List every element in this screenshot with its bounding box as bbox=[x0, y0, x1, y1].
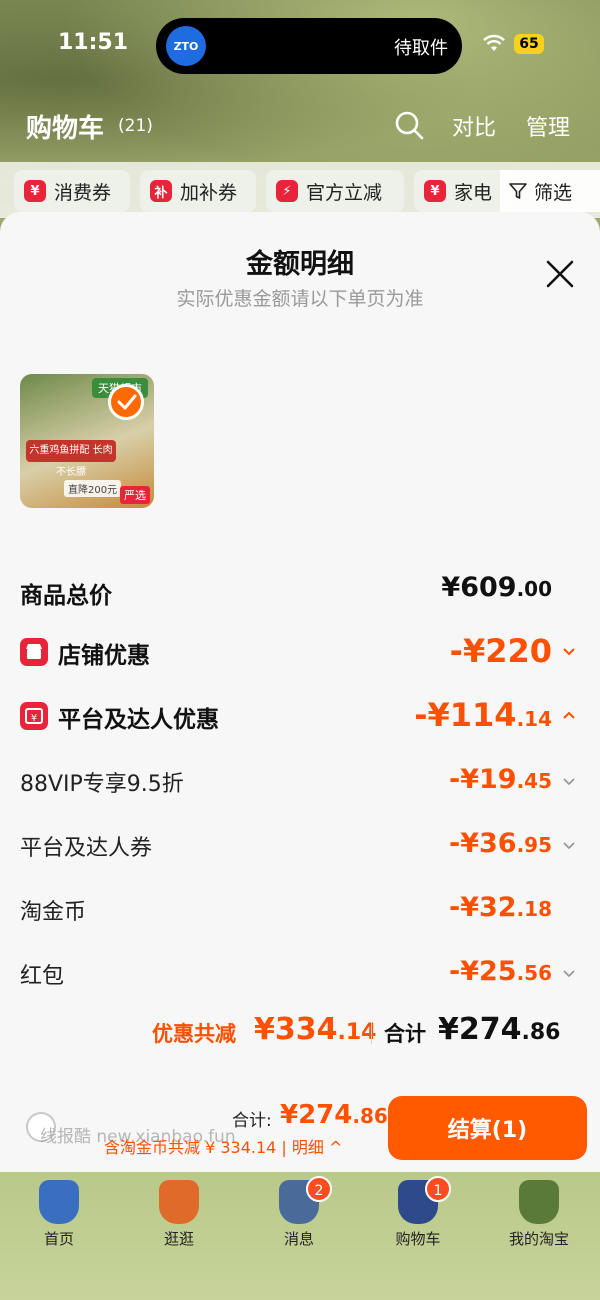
tab-label: 逛逛 bbox=[163, 1230, 194, 1248]
cart-count: (21) bbox=[118, 116, 153, 136]
island-pickup-text: 待取件 bbox=[394, 38, 448, 59]
platform-coupon-icon: ¥ bbox=[20, 702, 48, 730]
tab-home[interactable]: 首页 bbox=[14, 1180, 104, 1252]
checkout-bar: 线报酷 new.xianbao.fun 合计: ¥274.86 含淘金币共减 ¥… bbox=[0, 1094, 600, 1172]
chip-label: 官方立减 bbox=[306, 181, 383, 204]
row-amount: -¥36.95 bbox=[448, 828, 552, 859]
checkout-discount-detail-link[interactable]: 含淘金币共减 ¥ 334.14 | 明细 ^ bbox=[104, 1134, 342, 1158]
row-amount: -¥220 bbox=[449, 632, 552, 670]
cart-header: 购物车 (21) 对比 管理 bbox=[0, 100, 600, 150]
coupon-filter-bar: ¥ 消费券 补 加补券 ⚡ 官方立减 ¥ 家电 筛选 bbox=[0, 162, 600, 218]
price-drop-tag: 直降200元 bbox=[64, 480, 122, 497]
row-label: 平台及达人券 bbox=[20, 836, 153, 861]
chevron-down-icon bbox=[563, 970, 575, 978]
total-label: 合计 bbox=[384, 1022, 426, 1046]
messages-badge: 2 bbox=[306, 1176, 332, 1202]
explore-avatar-icon bbox=[159, 1180, 199, 1224]
search-icon[interactable] bbox=[394, 110, 424, 140]
chip-official-discount[interactable]: ⚡ 官方立减 bbox=[266, 170, 404, 212]
checkmark-icon bbox=[117, 394, 137, 410]
row-88vip[interactable]: 88VIP专享9.5折 -¥19.45 bbox=[0, 762, 600, 802]
total-amount: ¥274.86 bbox=[438, 1012, 561, 1047]
wifi-icon bbox=[483, 34, 505, 51]
dynamic-island[interactable]: ZTO 待取件 bbox=[156, 18, 462, 74]
chevron-up-icon bbox=[563, 711, 575, 719]
filter-label: 筛选 bbox=[534, 181, 573, 204]
tab-cart[interactable]: 1 购物车 bbox=[373, 1176, 463, 1252]
sheet-title: 金额明细 bbox=[246, 249, 354, 280]
tab-label: 首页 bbox=[43, 1230, 74, 1248]
store-icon bbox=[20, 638, 48, 666]
row-label: 红包 bbox=[20, 964, 65, 989]
product-banner: 六重鸡鱼拼配 长肉不长膘 bbox=[26, 440, 116, 478]
row-label: 店铺优惠 bbox=[58, 643, 150, 669]
total-discount-label: 优惠共减 bbox=[152, 1022, 236, 1046]
row-amount: -¥32.18 bbox=[448, 892, 552, 923]
chip-subsidy-coupon[interactable]: 补 加补券 bbox=[140, 170, 256, 212]
cart-badge: 1 bbox=[425, 1176, 451, 1202]
chip-consumption-coupon[interactable]: ¥ 消费券 bbox=[14, 170, 130, 212]
checkout-total-label: 合计: bbox=[232, 1111, 272, 1131]
chip-label: 加补券 bbox=[180, 181, 238, 204]
product-thumbnail[interactable]: 天猫超市 六重鸡鱼拼配 长肉不长膘 直降200元 严选 bbox=[20, 374, 154, 508]
status-time: 11:51 bbox=[58, 30, 129, 55]
status-bar: 11:51 ZTO 待取件 65 bbox=[0, 0, 600, 90]
home-avatar-icon bbox=[39, 1180, 79, 1224]
svg-text:¥: ¥ bbox=[31, 713, 37, 724]
row-amount: -¥25.56 bbox=[448, 956, 552, 987]
zto-logo-icon: ZTO bbox=[166, 26, 206, 66]
manage-button[interactable]: 管理 bbox=[526, 110, 570, 142]
row-platform-coupon[interactable]: 平台及达人券 -¥36.95 bbox=[0, 826, 600, 866]
row-platform-discount[interactable]: ¥ 平台及达人优惠 -¥114.14 bbox=[0, 696, 600, 736]
total-discount-amount: ¥334.14 bbox=[254, 1012, 377, 1047]
close-icon[interactable] bbox=[544, 258, 576, 290]
lightning-icon: ⚡ bbox=[276, 180, 298, 202]
chip-label: 消费券 bbox=[54, 181, 112, 204]
row-red-packet[interactable]: 红包 -¥25.56 bbox=[0, 954, 600, 994]
checkout-total-amount: ¥274.86 bbox=[280, 1100, 388, 1130]
compare-button[interactable]: 对比 bbox=[452, 110, 496, 142]
chip-label: 家电 bbox=[454, 181, 493, 204]
tab-my-taobao[interactable]: 我的淘宝 bbox=[494, 1180, 584, 1252]
row-total-price: 商品总价 ¥609.00 bbox=[0, 572, 600, 612]
chevron-down-icon bbox=[563, 648, 575, 656]
row-label: 商品总价 bbox=[20, 583, 112, 609]
row-label: 淘金币 bbox=[20, 900, 87, 925]
filter-icon bbox=[509, 183, 527, 199]
row-label: 平台及达人优惠 bbox=[58, 707, 219, 733]
subsidy-icon: 补 bbox=[150, 180, 172, 202]
tab-explore[interactable]: 逛逛 bbox=[134, 1180, 224, 1252]
page-title: 购物车 bbox=[26, 114, 105, 144]
row-label: 88VIP专享9.5折 bbox=[20, 772, 184, 797]
filter-button[interactable]: 筛选 bbox=[500, 170, 600, 212]
row-amount: -¥114.14 bbox=[414, 696, 552, 734]
profile-avatar-icon bbox=[519, 1180, 559, 1224]
discount-summary: 优惠共减 ¥334.14 合计 ¥274.86 bbox=[0, 1012, 600, 1052]
sheet-subtitle: 实际优惠金额请以下单页为准 bbox=[176, 288, 424, 310]
chevron-down-icon bbox=[563, 842, 575, 850]
tab-label: 我的淘宝 bbox=[508, 1230, 569, 1248]
tab-label: 消息 bbox=[283, 1230, 314, 1248]
amount-detail-sheet: 金额明细 实际优惠金额请以下单页为准 天猫超市 六重鸡鱼拼配 长肉不长膘 直降2… bbox=[0, 212, 600, 1172]
strict-select-badge: 严选 bbox=[120, 486, 150, 504]
coupon-icon: ¥ bbox=[424, 180, 446, 202]
divider bbox=[371, 1022, 372, 1044]
coupon-icon: ¥ bbox=[24, 180, 46, 202]
checkout-button[interactable]: 结算(1) bbox=[388, 1096, 587, 1160]
row-taojin-coins: 淘金币 -¥32.18 bbox=[0, 890, 600, 930]
bottom-tab-bar: 首页 逛逛 2 消息 1 购物车 我的淘宝 bbox=[0, 1172, 600, 1300]
row-amount: -¥19.45 bbox=[448, 764, 552, 795]
tab-label: 购物车 bbox=[395, 1230, 441, 1248]
selected-check-icon[interactable] bbox=[108, 384, 144, 420]
row-store-discount[interactable]: 店铺优惠 -¥220 bbox=[0, 632, 600, 672]
row-amount: ¥609.00 bbox=[441, 572, 552, 603]
chevron-down-icon bbox=[563, 778, 575, 786]
tab-messages[interactable]: 2 消息 bbox=[254, 1176, 344, 1252]
battery-indicator: 65 bbox=[514, 34, 544, 54]
chip-appliance[interactable]: ¥ 家电 bbox=[414, 170, 514, 212]
